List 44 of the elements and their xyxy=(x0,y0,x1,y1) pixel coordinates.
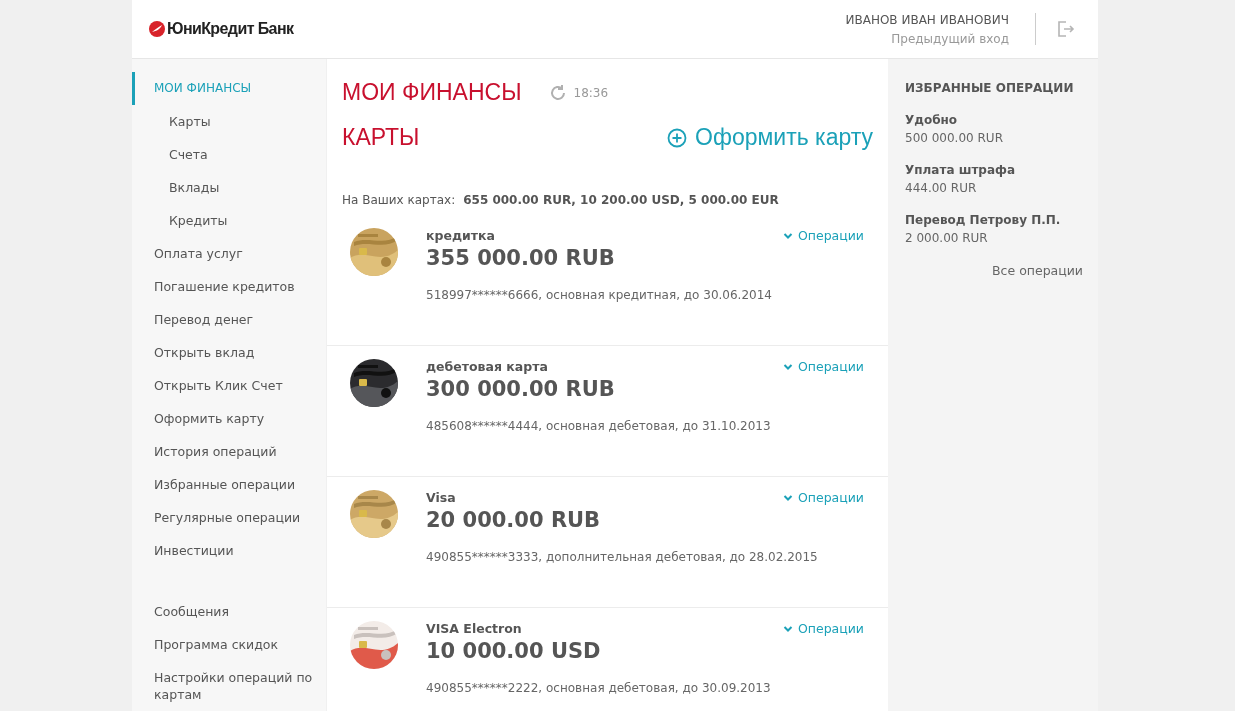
card-balance: 10 000.00 USD xyxy=(426,639,601,663)
card-name: VISA Electron xyxy=(426,621,523,636)
plus-icon xyxy=(667,127,688,148)
card-name: Visa xyxy=(426,490,457,505)
page-title: МОИ ФИНАНСЫ xyxy=(342,79,522,106)
sidebar-item[interactable]: История операций xyxy=(132,435,326,468)
sidebar-item[interactable]: Программа скидок xyxy=(132,628,326,661)
sidebar-item[interactable]: Перевод денег xyxy=(132,303,326,336)
card-balance: 355 000.00 RUB xyxy=(426,246,615,270)
sidebar-item[interactable]: Открыть Клик Счет xyxy=(132,369,326,402)
totals-label: На Ваших картах: xyxy=(342,193,456,207)
favorite-operation[interactable]: Уплата штрафа 444.00 RUR xyxy=(905,163,1083,195)
sidebar-item[interactable]: Сообщения xyxy=(132,595,326,628)
all-operations-link[interactable]: Все операции xyxy=(992,263,1083,278)
card-balance: 20 000.00 RUB xyxy=(426,508,601,532)
sidebar-item[interactable]: Открыть вклад xyxy=(132,336,326,369)
user-name: ИВАНОВ ИВАН ИВАНОВИЧ xyxy=(845,12,1009,27)
sidebar-subitem[interactable]: Карты xyxy=(132,105,326,138)
sidebar-item[interactable]: Избранные операции xyxy=(132,468,326,501)
card-details: 485608******4444, основная дебетовая, до 31.10.2013 xyxy=(426,419,772,433)
sidebar-item[interactable]: Погашение кредитов xyxy=(132,270,326,303)
sidebar-item[interactable]: Регулярные операции xyxy=(132,501,326,534)
sidebar-item[interactable]: Оплата услуг xyxy=(132,237,326,270)
sidebar-subitem[interactable]: Счета xyxy=(132,138,326,171)
sidebar-subitem[interactable]: Кредиты xyxy=(132,204,326,237)
time-label: 18:36 xyxy=(573,85,609,100)
section-title: КАРТЫ xyxy=(342,124,420,151)
totals-value: 655 000.00 RUR, 10 200.00 USD, 5 000.00 EUR xyxy=(463,193,779,207)
card-details: 518997******6666, основная кредитная, до 30.06.2014 xyxy=(426,288,773,302)
sidebar-item[interactable]: Настройки операций по картам xyxy=(132,661,326,711)
favorite-operation[interactable]: Удобно 500 000.00 RUR xyxy=(905,113,1083,145)
favorites-title: ИЗБРАННЫЕ ОПЕРАЦИИ xyxy=(905,81,1075,95)
sidebar-item[interactable]: Оформить карту xyxy=(132,402,326,435)
card-details: 490855******2222, основная дебетовая, до 30.09.2013 xyxy=(426,681,772,695)
sidebar-subitem[interactable]: Вклады xyxy=(132,171,326,204)
logout-icon[interactable] xyxy=(1056,19,1076,39)
favorite-operation[interactable]: Перевод Петрову П.П. 2 000.00 RUR xyxy=(905,213,1083,245)
sidebar-item[interactable]: Инвестиции xyxy=(132,534,326,567)
card-name: дебетовая карта xyxy=(426,359,549,374)
card-name: кредитка xyxy=(426,228,496,243)
card-balance: 300 000.00 RUB xyxy=(426,377,615,401)
card-details: 490855******3333, дополнительная дебетовая, до 28.02.2015 xyxy=(426,550,819,564)
logo-text: ЮниКредит Банк xyxy=(167,20,294,38)
logo-icon xyxy=(149,21,165,37)
